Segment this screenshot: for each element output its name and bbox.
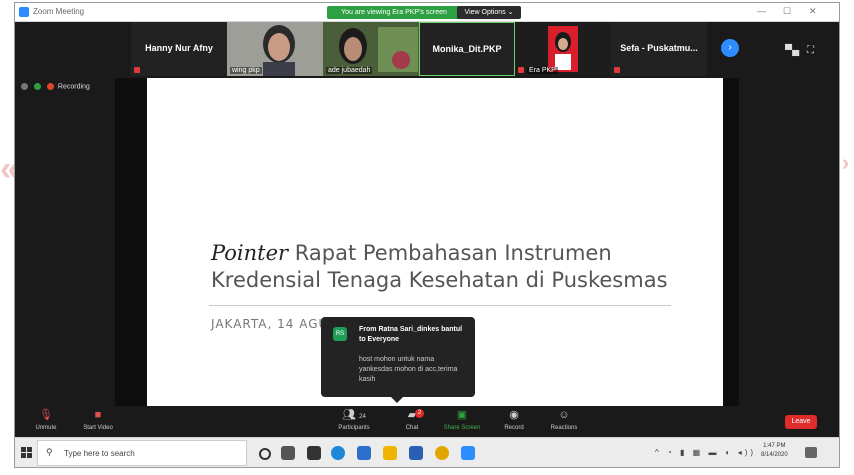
slide-title-italic: Pointer <box>211 241 289 265</box>
participant-video-tile[interactable]: wing pkp <box>227 22 323 76</box>
record-icon: ◉ <box>509 409 519 421</box>
participant-tile[interactable]: Hanny Nur Afny <box>131 22 227 76</box>
system-tray-icons[interactable]: ^ ◔ ▮ ▦ ▬ ◖ ◂)) <box>655 448 756 457</box>
gallery-view-icon[interactable]: ▀▄ <box>785 45 799 56</box>
next-page-button[interactable]: › <box>721 39 739 57</box>
slide-title-line1: Rapat Pembahasan Instrumen <box>288 241 612 265</box>
participant-tile[interactable]: Sefa - Puskatmu... <box>611 22 707 76</box>
zoom-app-icon <box>19 7 29 17</box>
avatar: RS <box>333 327 347 341</box>
clock-time: 1:47 PM <box>763 443 786 449</box>
zoom-taskbar-icon[interactable] <box>461 446 475 460</box>
unmute-label: Unmute <box>35 425 57 431</box>
share-screen-label: Share Screen <box>443 425 481 431</box>
participants-count: 24 <box>359 414 366 420</box>
start-video-label: Start Video <box>83 425 113 431</box>
clock-date: 8/14/2020 <box>761 452 788 458</box>
fullscreen-icon[interactable]: ⛶ <box>807 45 814 56</box>
record-label: Record <box>504 425 524 431</box>
viewing-screen-banner: You are viewing Era PKP's screen <box>327 6 461 19</box>
store-icon[interactable] <box>307 446 321 460</box>
record-button[interactable]: ◉ Record <box>489 409 539 431</box>
window-title: Zoom Meeting <box>33 7 85 16</box>
chat-notification-popup[interactable]: RS From Ratna Sari_dinkes bantul to Ever… <box>321 317 475 403</box>
participant-name: Hanny Nur Afny <box>145 43 213 53</box>
share-screen-icon: ▣ <box>456 409 468 421</box>
file-explorer-icon[interactable] <box>383 446 397 460</box>
share-screen-button[interactable]: ▣ Share Screen <box>437 409 487 431</box>
chat-sender: From Ratna Sari_dinkes bantul to Everyon… <box>359 326 463 343</box>
search-icon: ⚲ <box>46 447 53 457</box>
close-icon[interactable]: ✕ <box>809 6 817 17</box>
participant-label: ade jubaedah <box>326 67 373 74</box>
windows-taskbar: ⚲ Type here to search ^ ◔ ▮ ▦ ▬ ◖ ◂)) 1:… <box>15 437 839 467</box>
participant-tile-active[interactable]: Monika_Dit.PKP <box>419 22 515 76</box>
mic-muted-icon <box>518 67 524 73</box>
participants-icon: 👥︎ 24 <box>342 409 366 421</box>
leave-button[interactable]: Leave <box>785 415 817 429</box>
zoom-window: Zoom Meeting You are viewing Era PKP's s… <box>14 2 840 468</box>
search-placeholder: Type here to search <box>64 449 135 458</box>
info-icon[interactable] <box>21 83 28 90</box>
taskbar-search-input[interactable]: ⚲ Type here to search <box>37 440 247 466</box>
reactions-button[interactable]: ☺ Reactions <box>539 409 589 431</box>
windows-start-icon[interactable] <box>21 447 33 459</box>
meeting-status-bar: Recording <box>21 83 90 93</box>
unmute-button[interactable]: 🎙︎ Unmute <box>21 409 71 431</box>
meeting-toolbar: 🎙︎ Unmute ■ Start Video 👥︎ 24 Participan… <box>15 407 839 437</box>
chat-message: host mohon untuk nama yankesdas mohon di… <box>359 356 458 383</box>
recording-icon <box>46 83 54 90</box>
task-view-icon[interactable] <box>281 446 295 460</box>
slide-divider <box>209 305 671 306</box>
participant-name: Sefa - Puskatmu... <box>620 43 698 53</box>
recording-label: Recording <box>57 83 90 91</box>
participant-video-tile[interactable]: Era PKP <box>515 22 611 76</box>
taskbar-clock[interactable]: 1:47 PM 8/14/2020 <box>761 442 788 460</box>
participant-strip: Hanny Nur Afny wing pkp ade jubaedah Mon… <box>15 22 839 76</box>
view-options-button[interactable]: View Options ⌄ <box>457 6 521 19</box>
slide-title: Pointer Rapat Pembahasan Instrumen Krede… <box>211 240 668 294</box>
participant-label: Era PKP <box>527 67 558 74</box>
reactions-label: Reactions <box>550 425 578 431</box>
slide-title-line2: Kredensial Tenaga Kesehatan di Puskesmas <box>211 268 668 292</box>
maximize-icon[interactable]: ☐ <box>783 6 791 17</box>
reactions-icon: ☺ <box>558 409 570 421</box>
notification-center-icon[interactable] <box>805 447 817 458</box>
word-icon[interactable] <box>409 446 423 460</box>
mic-muted-icon <box>134 67 140 73</box>
edge-icon[interactable] <box>331 446 345 460</box>
popup-pointer <box>391 397 403 403</box>
chrome-icon[interactable] <box>435 446 449 460</box>
participant-name: Monika_Dit.PKP <box>432 44 502 54</box>
chat-label: Chat <box>405 425 419 431</box>
chat-button[interactable]: ▰ 2 Chat <box>387 409 437 431</box>
participants-label: Participants <box>338 425 370 431</box>
participant-video-tile[interactable]: ade jubaedah <box>323 22 419 76</box>
minimize-icon[interactable]: — <box>757 6 766 16</box>
chat-icon: ▰ <box>407 409 417 421</box>
participants-button[interactable]: 👥︎ 24 Participants <box>329 409 379 431</box>
microphone-muted-icon: 🎙︎ <box>39 409 53 421</box>
title-bar: Zoom Meeting You are viewing Era PKP's s… <box>15 3 839 22</box>
watermark-right: › <box>842 150 850 175</box>
video-off-icon: ■ <box>94 409 102 421</box>
start-video-button[interactable]: ■ Start Video <box>73 409 123 431</box>
mail-icon[interactable] <box>357 446 371 460</box>
encryption-shield-icon[interactable] <box>33 83 41 90</box>
chat-badge: 2 <box>415 409 424 418</box>
participant-label: wing pkp <box>230 67 262 74</box>
cortana-icon[interactable] <box>259 448 271 460</box>
mic-muted-icon <box>614 67 620 73</box>
